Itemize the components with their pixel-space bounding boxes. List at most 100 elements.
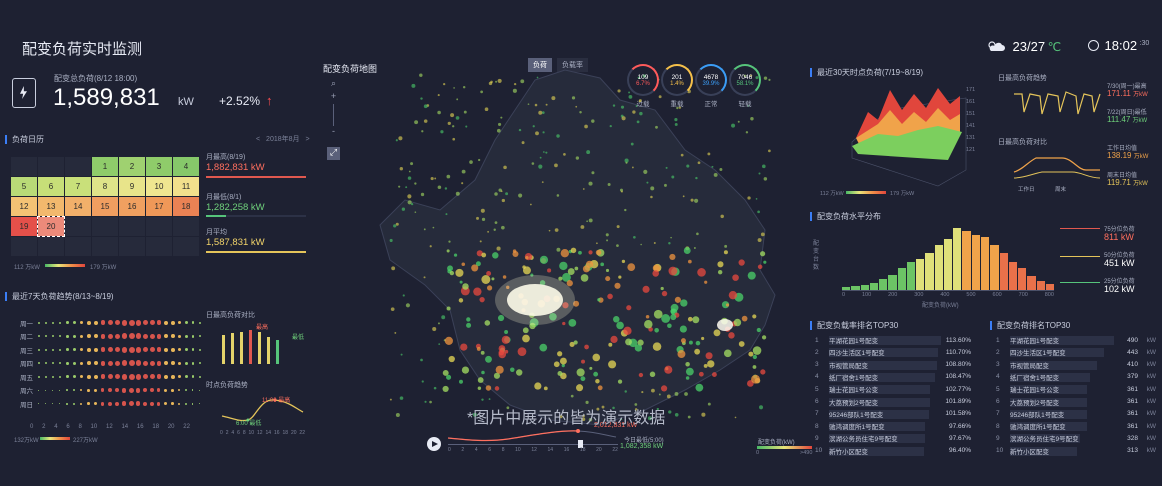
transformer-dot [462, 85, 466, 89]
transformer-dot [471, 264, 479, 272]
zoom-in-button[interactable]: + [327, 91, 340, 104]
transformer-dot [522, 265, 526, 269]
calendar-day[interactable]: 9 [119, 177, 145, 196]
trend7-dot [121, 401, 127, 407]
calendar-next-button[interactable]: > [305, 136, 309, 143]
transformer-dot [752, 354, 757, 360]
calendar-day[interactable]: 14 [65, 197, 91, 216]
transformer-dot [410, 202, 414, 206]
calendar-day[interactable]: 4 [173, 157, 199, 176]
transformer-dot [654, 327, 659, 333]
calendar-day[interactable]: 19 [11, 217, 37, 236]
transformer-dot [559, 357, 567, 365]
transformer-dot [750, 116, 754, 121]
table-row[interactable]: 5 瑞士花园1号公变 102.77% [815, 383, 975, 395]
calendar-day[interactable]: 7 [65, 177, 91, 196]
calendar-day[interactable]: 8 [92, 177, 118, 196]
transformer-dot [627, 263, 636, 272]
calendar-day[interactable]: 10 [146, 177, 172, 196]
transformer-dot [674, 412, 679, 417]
transformer-dot [545, 151, 548, 154]
transformer-dot [630, 142, 634, 146]
transformer-dot [446, 249, 450, 253]
transformer-dot [498, 349, 505, 356]
table-row[interactable]: 2 四沙生活区1号配变 443 kW [996, 346, 1158, 358]
table-row[interactable]: 1 平湖花园1号配变 490 kW [996, 334, 1158, 346]
play-icon[interactable] [427, 437, 441, 451]
table-row[interactable]: 10 新竹小区配变 313 kW [996, 445, 1158, 457]
table-row[interactable]: 6 大荔预划2号配变 361 kW [996, 396, 1158, 408]
map-legend-max: >490 [800, 450, 813, 456]
calendar-prev-button[interactable]: < [256, 136, 260, 143]
status-ring[interactable]: 201 1.4% [661, 64, 693, 96]
table-row[interactable]: 5 瑞士花园1号公变 361 kW [996, 383, 1158, 395]
status-ring[interactable]: 7046 58.1% [729, 64, 761, 96]
calendar-day[interactable]: 3 [146, 157, 172, 176]
calendar-day[interactable]: 12 [11, 197, 37, 216]
table-row[interactable]: 9 滨湖公务员住宅9号配变 328 kW [996, 432, 1158, 444]
trend7-dot [86, 402, 90, 406]
calendar-day[interactable]: 13 [38, 197, 64, 216]
calendar-day[interactable]: 15 [92, 197, 118, 216]
row-unit: kW [1146, 447, 1156, 455]
timeline-track[interactable] [448, 444, 618, 445]
calendar-day[interactable]: 20 [37, 216, 65, 237]
calendar-day [65, 237, 91, 256]
table-row[interactable]: 4 纸厂宿舍1号配变 379 kW [996, 371, 1158, 383]
calendar-day[interactable]: 1 [92, 157, 118, 176]
histogram-bar [943, 239, 953, 290]
transformer-dot [494, 192, 498, 196]
p50-value: 451 kW [1104, 258, 1135, 268]
trend7-row: 周一 [20, 316, 206, 330]
transformer-dot [423, 276, 426, 279]
table-row[interactable]: 1 平湖花园1号配变 113.60% [815, 334, 975, 346]
transformer-dot [414, 182, 417, 185]
table-row[interactable]: 4 纸厂宿舍1号配变 108.47% [815, 371, 975, 383]
table-row[interactable]: 8 驰鸿调度所1号配变 361 kW [996, 420, 1158, 432]
trend7-dot [170, 374, 175, 379]
calendar-day[interactable]: 5 [11, 177, 37, 196]
transformer-dot [734, 416, 737, 419]
table-row[interactable]: 2 四沙生活区1号配变 110.70% [815, 346, 975, 358]
arrow-up-icon: ↑ [266, 93, 273, 108]
daily-compare2-chart [1013, 157, 1101, 179]
calendar-day[interactable]: 17 [146, 197, 172, 216]
table-row[interactable]: 7 95246部队1号配变 101.58% [815, 408, 975, 420]
status-ring[interactable]: 109 6.7% [627, 64, 659, 96]
calendar-day[interactable]: 16 [119, 197, 145, 216]
transformer-dot [461, 182, 464, 185]
trend7-dot [38, 321, 40, 324]
table-row[interactable]: 7 95246部队1号配变 361 kW [996, 408, 1158, 420]
table-row[interactable]: 6 大荔预划2号配变 101.89% [815, 396, 975, 408]
trend7-dot [163, 320, 168, 325]
row-name: 平湖花园1号配变 [829, 338, 879, 345]
table-row[interactable]: 9 滨湖公务员住宅9号配变 97.67% [815, 432, 975, 444]
row-name: 新竹小区配变 [1010, 448, 1049, 456]
surface-legend-max: 179 万kW [890, 191, 915, 197]
histogram-bar [971, 235, 980, 290]
trend7-dot [107, 333, 113, 339]
calendar-day[interactable]: 18 [173, 197, 199, 216]
calendar-day[interactable]: 11 [173, 177, 199, 196]
table-row[interactable]: 3 市视管局配变 108.80% [815, 359, 975, 371]
load-heat-map[interactable] [365, 60, 805, 440]
zoom-out-button[interactable]: - [327, 126, 340, 139]
zoom-slider[interactable] [333, 104, 334, 126]
transformer-dot [696, 232, 699, 236]
transformer-dot [752, 314, 757, 319]
transformer-dot [661, 290, 668, 297]
transformer-dot [476, 346, 481, 351]
table-row[interactable]: 10 新竹小区配变 96.40% [815, 445, 975, 457]
calendar-day[interactable]: 6 [38, 177, 64, 196]
transformer-dot [666, 394, 671, 399]
transformer-dot [751, 374, 760, 384]
table-row[interactable]: 8 驰鸿调度所1号配变 97.66% [815, 420, 975, 432]
calendar-day[interactable]: 2 [119, 157, 145, 176]
row-unit: kW [1146, 336, 1156, 344]
table-row[interactable]: 3 市视管局配变 410 kW [996, 359, 1158, 371]
map-search-icon[interactable]: ⌕ [327, 78, 340, 91]
transformer-dot [520, 79, 525, 84]
status-ring[interactable]: 4678 39.9% [695, 64, 727, 96]
transformer-dot [605, 268, 610, 273]
expand-icon[interactable]: ⤢ [327, 147, 340, 160]
